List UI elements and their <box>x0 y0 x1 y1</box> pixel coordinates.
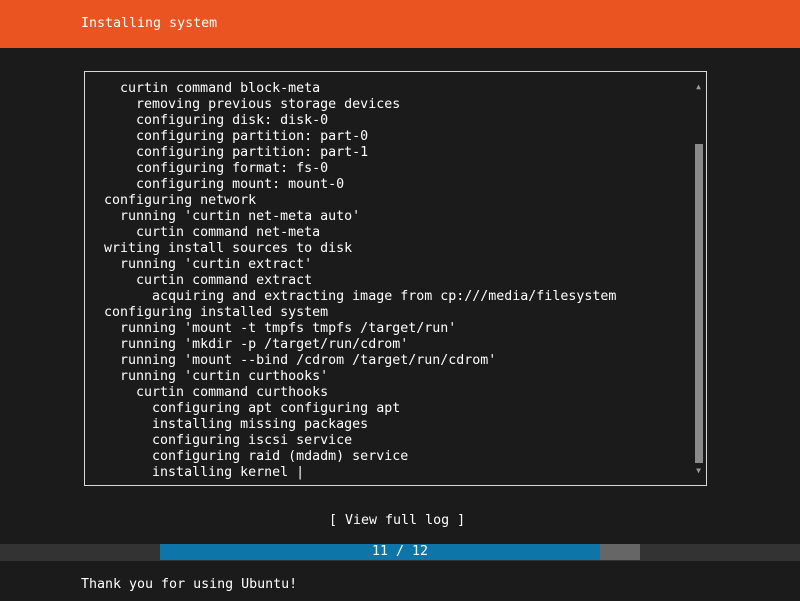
log-line-text: configuring partition: part-0 <box>88 129 369 144</box>
log-line-text: running 'mount -t tmpfs tmpfs /target/ru… <box>88 321 457 336</box>
log-line-text: configuring disk: disk-0 <box>88 113 329 128</box>
log-line: configuring network <box>88 193 690 209</box>
log-line-text: configuring mount: mount-0 <box>88 177 345 192</box>
log-line: configuring installed system <box>88 305 690 321</box>
scroll-down-arrow-icon[interactable]: ▼ <box>694 466 703 476</box>
install-progress-bar: 11 / 12 <box>160 544 640 560</box>
page-title: Installing system <box>81 16 218 31</box>
spinner: | <box>296 465 305 480</box>
thank-you-message: Thank you for using Ubuntu! <box>81 577 298 592</box>
log-line-text: configuring installed system <box>88 305 329 320</box>
log-line: running 'curtin curthooks' <box>88 369 690 385</box>
log-line: running 'mount -t tmpfs tmpfs /target/ru… <box>88 321 690 337</box>
log-line-text: writing install sources to disk <box>88 241 353 256</box>
log-line: writing install sources to disk <box>88 241 690 257</box>
log-lines: curtin command block-meta removing previ… <box>88 81 690 481</box>
log-line: curtin command block-meta <box>88 81 690 97</box>
log-line-text: installing missing packages <box>88 417 369 432</box>
log-line: running 'mkdir -p /target/run/cdrom' <box>88 337 690 353</box>
log-line-text: running 'curtin curthooks' <box>88 369 329 384</box>
log-line: installing missing packages <box>88 417 690 433</box>
log-line-text: removing previous storage devices <box>88 97 401 112</box>
log-line-text: installing kernel <box>88 465 289 480</box>
view-full-log-button[interactable]: [ View full log ] <box>329 513 465 529</box>
log-line-text: curtin command curthooks <box>88 385 329 400</box>
log-line-text: curtin command block-meta <box>88 81 321 96</box>
scroll-thumb[interactable] <box>695 144 703 463</box>
progress-label: 11 / 12 <box>371 544 429 559</box>
log-line: running 'mount --bind /cdrom /target/run… <box>88 353 690 369</box>
scroll-up-arrow-icon[interactable]: ▲ <box>694 82 703 92</box>
log-line-text: configuring partition: part-1 <box>88 145 369 160</box>
log-line-text: configuring apt configuring apt <box>88 401 401 416</box>
log-line-text: running 'curtin net-meta auto' <box>88 209 361 224</box>
log-line-text: curtin command net-meta <box>88 225 321 240</box>
log-line: removing previous storage devices <box>88 97 690 113</box>
log-line: configuring raid (mdadm) service <box>88 449 690 465</box>
log-line: curtin command curthooks <box>88 385 690 401</box>
install-log-panel[interactable]: curtin command block-meta removing previ… <box>84 71 707 486</box>
log-line: installing kernel | <box>88 465 690 481</box>
log-line-text: configuring raid (mdadm) service <box>88 449 409 464</box>
log-line: running 'curtin net-meta auto' <box>88 209 690 225</box>
log-line-text: running 'curtin extract' <box>88 257 313 272</box>
log-line-text: running 'mount --bind /cdrom /target/run… <box>88 353 497 368</box>
log-line-text: configuring iscsi service <box>88 433 353 448</box>
log-line: configuring apt configuring apt <box>88 401 690 417</box>
header-bar: Installing system <box>0 0 800 48</box>
log-scrollbar[interactable]: ▲ ▼ <box>694 80 703 477</box>
log-line: configuring partition: part-1 <box>88 145 690 161</box>
log-line: acquiring and extracting image from cp:/… <box>88 289 690 305</box>
log-line-text: running 'mkdir -p /target/run/cdrom' <box>88 337 409 352</box>
log-line: running 'curtin extract' <box>88 257 690 273</box>
log-line: configuring partition: part-0 <box>88 129 690 145</box>
log-line: configuring format: fs-0 <box>88 161 690 177</box>
log-line-text: configuring format: fs-0 <box>88 161 329 176</box>
log-line: curtin command net-meta <box>88 225 690 241</box>
log-line-text: acquiring and extracting image from cp:/… <box>88 289 617 304</box>
log-line: configuring iscsi service <box>88 433 690 449</box>
log-line: curtin command extract <box>88 273 690 289</box>
log-line: configuring disk: disk-0 <box>88 113 690 129</box>
log-line: configuring mount: mount-0 <box>88 177 690 193</box>
log-line-text: curtin command extract <box>88 273 313 288</box>
log-line-text: configuring network <box>88 193 257 208</box>
